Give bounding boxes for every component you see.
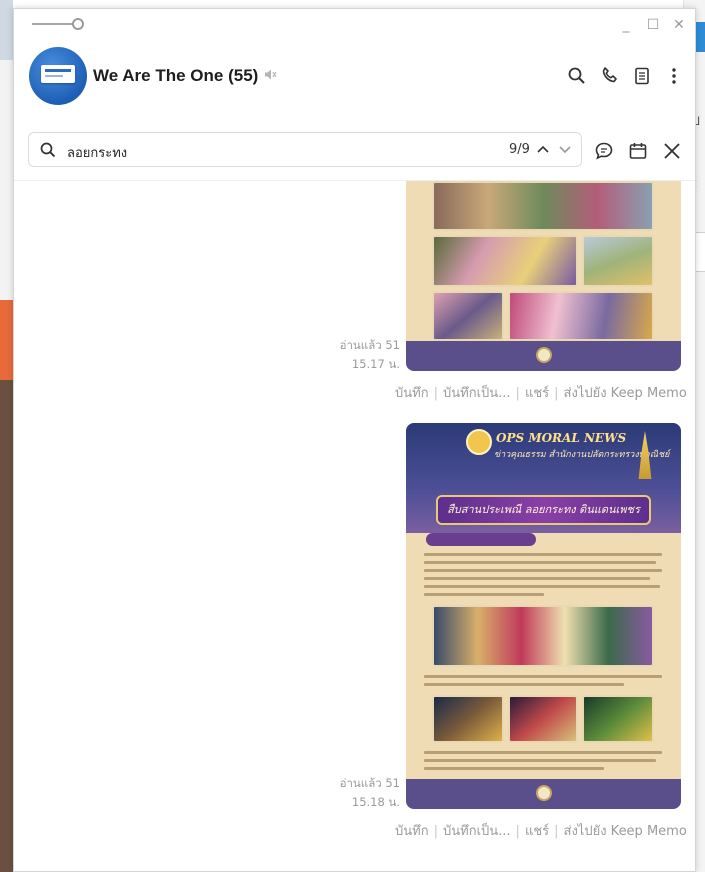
poster-section-tag: [426, 533, 536, 546]
photo-group-mid-left: [432, 235, 578, 287]
search-magnifier-icon: [39, 141, 57, 163]
poster-photo-group: [432, 605, 654, 667]
background-window-left: [0, 0, 13, 872]
action-separator: |: [433, 386, 438, 401]
close-search-icon[interactable]: [661, 140, 683, 162]
search-query: ลอยกระทง: [67, 146, 128, 161]
poster-badge-icon: [535, 785, 552, 801]
keep-memo-action[interactable]: ส่งไปยัง Keep Memo: [564, 824, 687, 839]
action-separator: |: [554, 824, 559, 839]
opacity-slider[interactable]: [32, 18, 84, 30]
chevron-up-icon[interactable]: [534, 139, 552, 159]
notes-icon[interactable]: [631, 65, 653, 87]
slider-knob[interactable]: [72, 18, 84, 30]
poster-text-line: [424, 683, 624, 686]
photo-group-mid-right: [582, 235, 654, 287]
chat-title-text: We Are The One (55): [93, 66, 259, 85]
poster-text-line: [424, 751, 662, 754]
message-read-info: อ่านแล้ว 51 15.17 น.: [320, 336, 400, 374]
message-image[interactable]: OPS MORAL NEWS ข่าวคุณธรรม สำนักงานปลัดก…: [406, 423, 681, 809]
photo-group-top: [432, 181, 654, 231]
calendar-icon[interactable]: [627, 140, 649, 162]
poster-text-line: [424, 767, 604, 770]
read-count: อ่านแล้ว 51: [339, 338, 400, 352]
action-separator: |: [515, 824, 520, 839]
poster-text-line: [424, 569, 662, 572]
image-actions: บันทึก | บันทึกเป็น... | แชร์ | ส่งไปยัง Keep …: [395, 382, 687, 403]
action-separator: |: [433, 824, 438, 839]
maximize-button[interactable]: ☐: [644, 17, 662, 33]
save-as-action[interactable]: บันทึกเป็น...: [443, 386, 511, 401]
read-count: อ่านแล้ว 51: [339, 776, 400, 790]
chat-header: We Are The One (55): [14, 43, 695, 115]
poster-text-line: [424, 553, 662, 556]
photo-group-bottom-right: [508, 291, 654, 341]
message-image[interactable]: [406, 181, 681, 371]
keep-memo-action[interactable]: ส่งไปยัง Keep Memo: [564, 386, 687, 401]
action-separator: |: [515, 386, 520, 401]
muted-icon: [264, 68, 277, 84]
search-input[interactable]: ลอยกระทง 9/9: [28, 132, 582, 167]
call-icon[interactable]: [599, 65, 621, 87]
share-action[interactable]: แชร์: [525, 824, 549, 839]
window-titlebar: _ ☐ ✕: [14, 9, 695, 43]
poster-photo-night-left: [432, 695, 504, 743]
share-action[interactable]: แชร์: [525, 386, 549, 401]
poster-photo-night-mid: [508, 695, 578, 743]
poster-ribbon: สืบสานประเพณี ลอยกระทง ดินแดนเพชร: [436, 495, 651, 525]
ops-logo: [466, 429, 492, 455]
poster-text-line: [424, 759, 656, 762]
poster-badge-icon: [535, 347, 552, 363]
poster-text-line: [424, 577, 650, 580]
chat-search-bar: ลอยกระทง 9/9: [14, 115, 695, 181]
save-as-action[interactable]: บันทึกเป็น...: [443, 824, 511, 839]
search-result-count: 9/9: [509, 142, 530, 157]
action-separator: |: [554, 386, 559, 401]
message-time: 15.17 น.: [351, 357, 400, 371]
image-actions: บันทึก | บันทึกเป็น... | แชร์ | ส่งไปยัง Keep …: [395, 820, 687, 841]
group-avatar[interactable]: [29, 47, 87, 105]
save-action[interactable]: บันทึก: [395, 824, 429, 839]
save-action[interactable]: บันทึก: [395, 386, 429, 401]
chat-title[interactable]: We Are The One (55): [93, 66, 277, 86]
photo-group-bottom-left: [432, 291, 504, 341]
close-window-button[interactable]: ✕: [670, 17, 688, 33]
poster-text-line: [424, 585, 660, 588]
chevron-down-icon[interactable]: [556, 139, 574, 159]
poster-title: OPS MORAL NEWS: [496, 431, 627, 445]
minimize-button[interactable]: _: [617, 17, 635, 33]
poster-text-line: [424, 561, 656, 564]
poster-text-line: [424, 675, 662, 678]
search-icon[interactable]: [566, 65, 588, 87]
poster-photo-night-right: [582, 695, 654, 743]
chat-window: _ ☐ ✕ We Are The One (55) ลอยกระทง 9/9 อ…: [13, 8, 696, 872]
avatar-image: [41, 65, 75, 83]
more-menu-icon[interactable]: [663, 65, 685, 87]
poster-text-line: [424, 593, 544, 596]
message-time: 15.18 น.: [351, 795, 400, 809]
chat-bubble-icon[interactable]: [593, 140, 615, 162]
message-read-info: อ่านแล้ว 51 15.18 น.: [320, 774, 400, 812]
